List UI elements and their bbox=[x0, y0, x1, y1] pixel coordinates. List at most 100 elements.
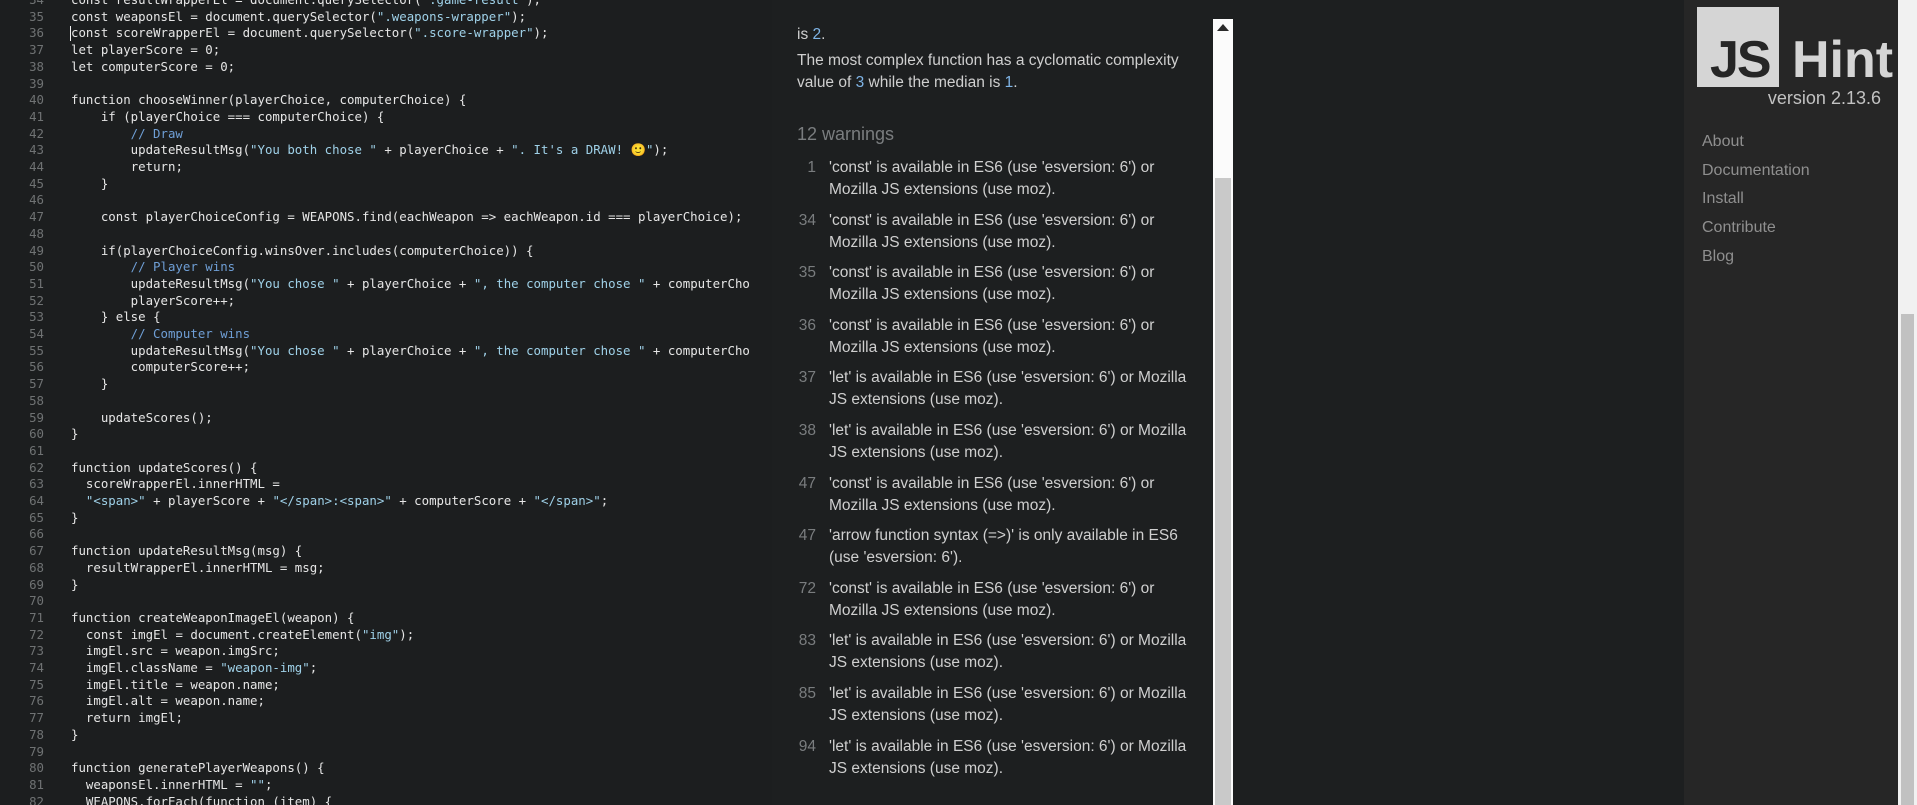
code-token: } bbox=[71, 376, 109, 392]
warning-line-number: 38 bbox=[798, 422, 816, 439]
warning-line-number: 47 bbox=[798, 474, 816, 492]
code-token: imgEl.title = weapon.name; bbox=[71, 676, 280, 692]
code-token: const bbox=[71, 25, 109, 41]
line-number: 51 bbox=[29, 275, 44, 291]
line-code: const weaponsEl = document.querySelector… bbox=[71, 9, 526, 26]
line-number: 39 bbox=[29, 75, 44, 91]
line-number: 77 bbox=[29, 710, 44, 726]
line-code: const playerChoiceConfig = WEAPONS.find(… bbox=[71, 209, 743, 226]
nav-install-link[interactable]: Install bbox=[1702, 190, 1744, 208]
code-token: function bbox=[71, 543, 131, 559]
code-token: updateResultMsg(msg) { bbox=[130, 543, 303, 559]
code-token: const bbox=[100, 209, 139, 225]
code-token: ".weapons-wrapper" bbox=[376, 8, 512, 24]
code-token: let bbox=[71, 42, 94, 58]
line-number: 69 bbox=[29, 576, 44, 592]
line-code: computerScore++; bbox=[71, 359, 250, 376]
line-number: 52 bbox=[29, 292, 44, 308]
line-number: 54 bbox=[29, 326, 44, 341]
code-token: + computerScore + bbox=[391, 493, 534, 508]
code-token: } bbox=[71, 426, 79, 442]
warning-message: 'let' is available in ES6 (use 'esversio… bbox=[829, 369, 1187, 409]
line-code: imgEl.title = weapon.name; bbox=[71, 677, 280, 694]
code-token: imgEl.className = bbox=[71, 660, 221, 675]
code-token: ); bbox=[653, 142, 669, 158]
code-token: scoreWrapperEl = document.querySelector( bbox=[108, 25, 415, 41]
code-token: chooseWinner(playerChoice, computerChoic… bbox=[130, 92, 467, 108]
code-token: "</span>" bbox=[533, 493, 601, 508]
warning-message: 'let' is available in ES6 (use 'esversio… bbox=[829, 632, 1187, 672]
code-token: } bbox=[71, 576, 79, 592]
warning-message: 'const' is available in ES6 (use 'esvers… bbox=[829, 159, 1155, 198]
code-token: const bbox=[71, 0, 108, 7]
line-code: WEAPONS.forEach(function (item) { bbox=[71, 794, 332, 805]
line-code: updateScores(); bbox=[71, 410, 213, 427]
code-token: + computerCho bbox=[645, 342, 750, 358]
code-editor[interactable]: 34 const resultWrapperEl = document.query… bbox=[0, 0, 772, 805]
warning-message: 'const' is available in ES6 (use 'esvers… bbox=[829, 474, 1155, 514]
line-number: 57 bbox=[29, 376, 44, 392]
line-code: imgEl.className = "weapon-img"; bbox=[71, 660, 317, 677]
report-scrollbar-thumb[interactable] bbox=[1215, 178, 1231, 805]
code-token: playerChoiceConfig = WEAPONS.find(eachWe… bbox=[138, 209, 743, 225]
code-token: imgEl; bbox=[130, 710, 183, 726]
line-number: 70 bbox=[29, 593, 44, 609]
line-code: // Player wins bbox=[71, 259, 235, 276]
line-number: 43 bbox=[29, 142, 44, 158]
line-code: const scoreWrapperEl = document.querySel… bbox=[71, 25, 548, 42]
line-number: 50 bbox=[29, 259, 44, 275]
line-number: 72 bbox=[29, 626, 44, 642]
nav-about-link[interactable]: About bbox=[1702, 133, 1744, 151]
code-token: updateScores(); bbox=[71, 409, 213, 425]
nav-contribute-link[interactable]: Contribute bbox=[1702, 219, 1776, 237]
code-token: generatePlayerWeapons() { bbox=[130, 760, 325, 776]
code-token: "<span>" bbox=[85, 493, 146, 508]
line-code: function generatePlayerWeapons() { bbox=[71, 760, 325, 777]
warning-message: 'let' is available in ES6 (use 'esversio… bbox=[829, 737, 1187, 777]
code-token: updateResultMsg( bbox=[71, 275, 251, 291]
line-code: // Computer wins bbox=[71, 326, 250, 343]
code-token: function bbox=[71, 92, 131, 108]
line-code: function updateScores() { bbox=[71, 460, 258, 477]
line-number: 65 bbox=[29, 509, 44, 525]
warning-message: 'let' is available in ES6 (use 'esversio… bbox=[829, 422, 1187, 461]
code-token: computerScore = 0; bbox=[93, 58, 236, 74]
warning-line-number: 34 bbox=[798, 211, 816, 229]
line-code: "<span>" + playerScore + "</span>:<span>… bbox=[71, 493, 608, 510]
code-token: // Player wins bbox=[71, 259, 236, 275]
line-number: 82 bbox=[29, 793, 44, 805]
code-token: ); bbox=[511, 8, 527, 24]
code-token: } bbox=[71, 509, 79, 525]
line-number: 66 bbox=[29, 526, 44, 542]
code-token: ; bbox=[264, 776, 273, 792]
line-number: 71 bbox=[29, 609, 44, 625]
warning-line-number: 83 bbox=[798, 632, 816, 650]
code-token: WEAPONS.forEach(function (item) { bbox=[71, 793, 333, 805]
warning-line-number: 85 bbox=[798, 685, 816, 702]
line-number: 64 bbox=[29, 493, 44, 508]
line-number: 67 bbox=[29, 543, 44, 559]
line-code: return imgEl; bbox=[71, 710, 183, 727]
warning-line-number: 37 bbox=[798, 369, 816, 387]
code-token: } bbox=[71, 175, 109, 191]
line-number: 60 bbox=[29, 426, 44, 442]
scroll-up-arrow-icon[interactable] bbox=[1217, 24, 1229, 31]
line-number: 61 bbox=[29, 442, 44, 458]
page-scrollbar-thumb[interactable] bbox=[1901, 314, 1914, 805]
code-token: "You chose " bbox=[250, 275, 340, 291]
warning-message: 'const' is available in ES6 (use 'esvers… bbox=[829, 579, 1155, 619]
line-number: 62 bbox=[29, 459, 44, 475]
nav-documentation-link[interactable]: Documentation bbox=[1702, 162, 1810, 180]
line-code: function createWeaponImageEl(weapon) { bbox=[71, 610, 354, 627]
sidebar bbox=[1684, 0, 1898, 805]
version-label: version 2.13.6 bbox=[1767, 88, 1881, 108]
nav-blog-link[interactable]: Blog bbox=[1702, 248, 1734, 266]
code-token: function bbox=[71, 459, 131, 475]
line-number: 37 bbox=[29, 42, 44, 58]
warning-message: 'const' is available in ES6 (use 'esvers… bbox=[829, 316, 1155, 356]
